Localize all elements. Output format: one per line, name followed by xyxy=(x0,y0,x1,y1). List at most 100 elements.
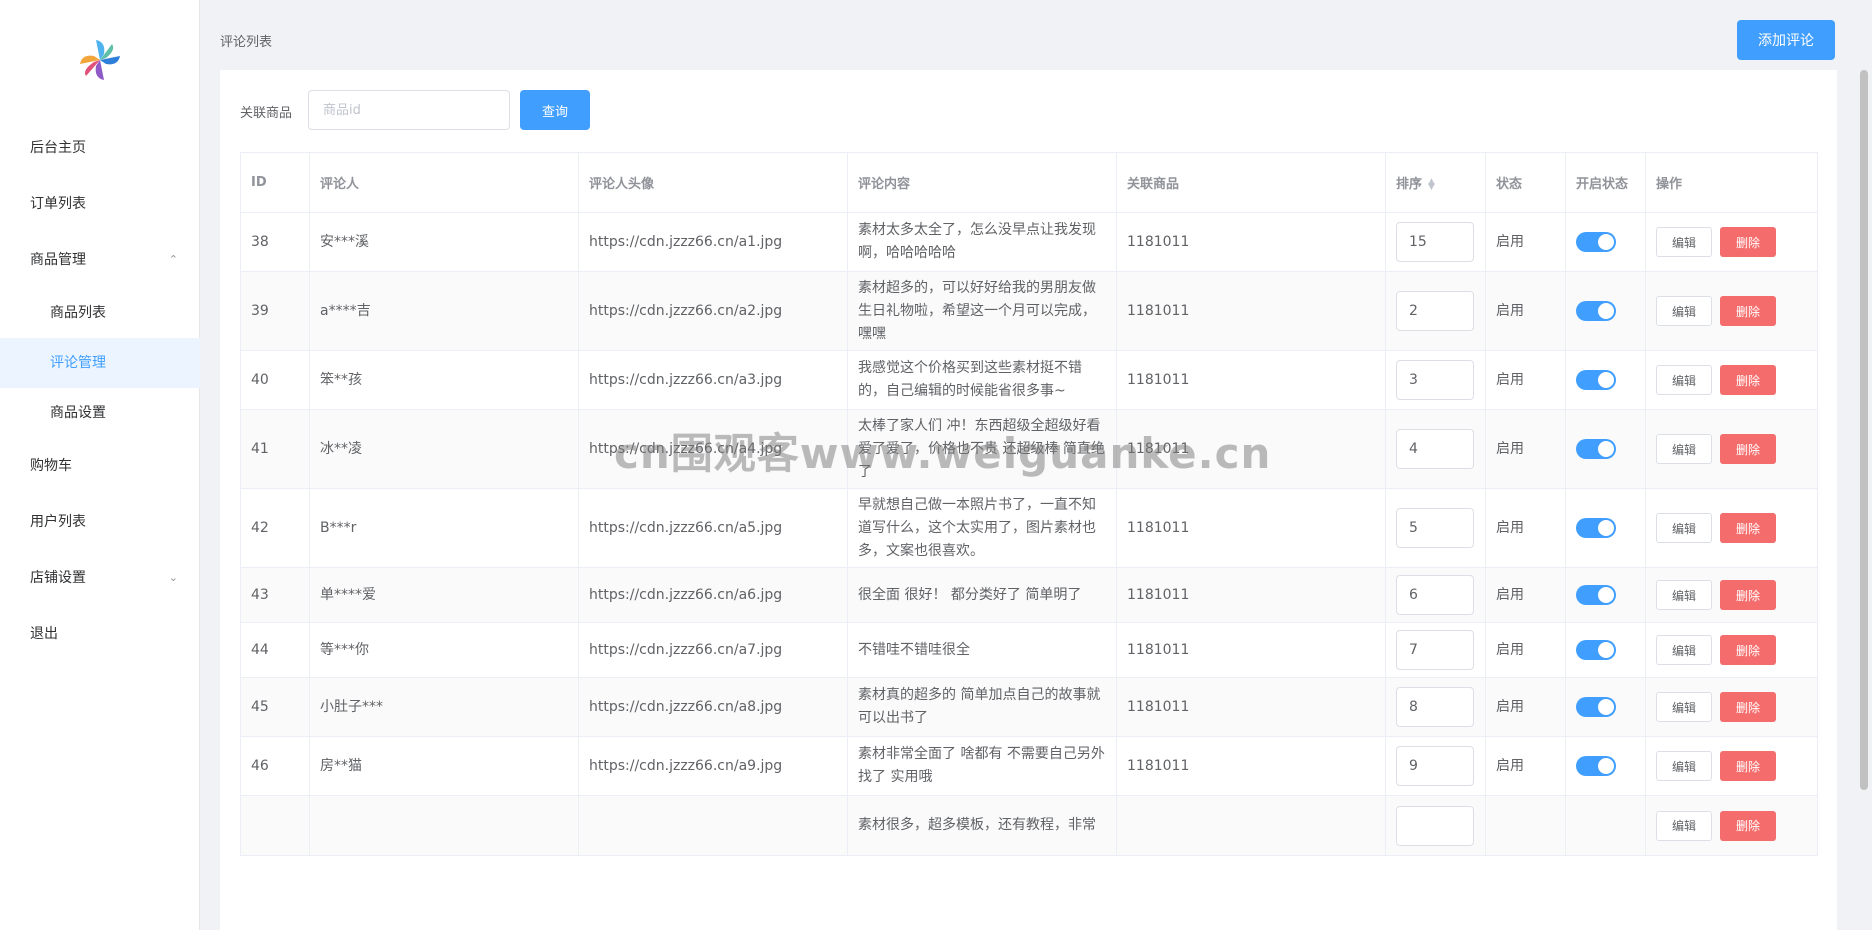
cell-avatar-url: https://cdn.jzzz66.cn/a1.jpg xyxy=(578,212,848,272)
delete-button[interactable]: 删除 xyxy=(1720,365,1776,395)
cell-avatar-url: https://cdn.jzzz66.cn/a3.jpg xyxy=(578,350,848,410)
edit-button[interactable]: 编辑 xyxy=(1656,692,1712,722)
sidebar-item-label: 用户列表 xyxy=(30,514,86,530)
sort-input[interactable] xyxy=(1396,429,1474,469)
cell-status: 启用 xyxy=(1485,736,1566,796)
cell-actions: 编辑 删除 xyxy=(1645,736,1818,796)
sidebar-item-users[interactable]: 用户列表 xyxy=(0,494,200,550)
sort-input[interactable] xyxy=(1396,291,1474,331)
table-row: 41 冰**凌 https://cdn.jzzz66.cn/a4.jpg 太棒了家人们… xyxy=(240,409,1818,489)
cell-id: 38 xyxy=(240,212,310,272)
cell-content: 早就想自己做一本照片书了，一直不知道写什么，这个太实用了，图片素材也多，文案也很… xyxy=(847,488,1117,568)
sort-caret-icon[interactable]: ▲ ▼ xyxy=(1428,177,1435,191)
delete-button[interactable]: 删除 xyxy=(1720,227,1776,257)
cell-enable xyxy=(1565,409,1646,489)
sidebar-item-cart[interactable]: 购物车 xyxy=(0,438,200,494)
cell-actions: 编辑 删除 xyxy=(1645,271,1818,351)
cell-enable xyxy=(1565,622,1646,678)
column-header-sort[interactable]: 排序 ▲ ▼ xyxy=(1385,152,1486,213)
edit-button[interactable]: 编辑 xyxy=(1656,580,1712,610)
sort-input[interactable] xyxy=(1396,222,1474,262)
sidebar-subitem-comment-management[interactable]: 评论管理 xyxy=(0,338,200,388)
cell-product: 1181011 xyxy=(1116,271,1386,351)
chevron-down-icon: ⌄ xyxy=(168,571,178,584)
delete-button[interactable]: 删除 xyxy=(1720,692,1776,722)
sort-input[interactable] xyxy=(1396,687,1474,727)
sidebar-item-store-settings[interactable]: 店铺设置 ⌄ xyxy=(0,550,200,606)
sidebar-item-logout[interactable]: 退出 xyxy=(0,606,200,662)
cell-sort xyxy=(1385,350,1486,410)
delete-button[interactable]: 删除 xyxy=(1720,513,1776,543)
sidebar-item-home[interactable]: 后台主页 xyxy=(0,120,200,176)
add-comment-button[interactable]: 添加评论 xyxy=(1737,20,1835,60)
sidebar-item-label: 订单列表 xyxy=(30,196,86,212)
sort-input[interactable] xyxy=(1396,805,1474,846)
edit-button[interactable]: 编辑 xyxy=(1656,227,1712,257)
edit-button[interactable]: 编辑 xyxy=(1656,635,1712,665)
query-button[interactable]: 查询 xyxy=(520,90,590,130)
product-id-input[interactable] xyxy=(308,90,510,130)
edit-button[interactable]: 编辑 xyxy=(1656,434,1712,464)
cell-avatar-url: https://cdn.jzzz66.cn/a4.jpg xyxy=(578,409,848,489)
column-header-content: 评论内容 xyxy=(847,152,1117,213)
sort-input[interactable] xyxy=(1396,630,1474,670)
edit-button[interactable]: 编辑 xyxy=(1656,513,1712,543)
sidebar-item-label: 商品设置 xyxy=(50,405,106,421)
sidebar-subitem-product-list[interactable]: 商品列表 xyxy=(0,288,200,338)
enable-toggle[interactable] xyxy=(1576,369,1616,390)
enable-toggle[interactable] xyxy=(1576,639,1616,660)
cell-status: 启用 xyxy=(1485,488,1566,568)
sidebar-subitem-product-settings[interactable]: 商品设置 xyxy=(0,388,200,438)
column-header-avatar: 评论人头像 xyxy=(578,152,848,213)
cell-sort xyxy=(1385,736,1486,796)
enable-toggle[interactable] xyxy=(1576,755,1616,776)
cell-sort xyxy=(1385,677,1486,737)
edit-button[interactable]: 编辑 xyxy=(1656,810,1712,841)
edit-button[interactable]: 编辑 xyxy=(1656,365,1712,395)
cell-actions: 编辑 删除 xyxy=(1645,567,1818,623)
cell-content: 很全面 很好！ 都分类好了 简单明了 xyxy=(847,567,1117,623)
column-header-status: 状态 xyxy=(1485,152,1566,213)
edit-button[interactable]: 编辑 xyxy=(1656,751,1712,781)
edit-button[interactable]: 编辑 xyxy=(1656,296,1712,326)
delete-button[interactable]: 删除 xyxy=(1720,810,1776,841)
content-card: 关联商品 查询 ID 评论人 评论人头像 评论内容 关联商品 排序 ▲▼ 状态 开… xyxy=(220,70,1837,930)
cell-enable xyxy=(1565,567,1646,623)
sort-input[interactable] xyxy=(1396,360,1474,400)
delete-button[interactable]: 删除 xyxy=(1720,635,1776,665)
filter-label: 关联商品 xyxy=(240,106,293,121)
scrollbar[interactable] xyxy=(1860,0,1868,930)
cell-content: 素材非常全面了 啥都有 不需要自己另外找了 实用哦 xyxy=(847,736,1117,796)
cell-name: a****吉 xyxy=(309,271,579,351)
enable-toggle[interactable] xyxy=(1576,696,1616,717)
sort-input[interactable] xyxy=(1396,575,1474,615)
enable-toggle[interactable] xyxy=(1576,300,1616,321)
delete-button[interactable]: 删除 xyxy=(1720,296,1776,326)
cell-id: 41 xyxy=(240,409,310,489)
table-row: 43 单****爱 https://cdn.jzzz66.cn/a6.jpg 很全面 … xyxy=(240,567,1818,623)
table-row: 42 B***r https://cdn.jzzz66.cn/a5.jpg 早就想自己… xyxy=(240,488,1818,568)
cell-name: 冰**凌 xyxy=(309,409,579,489)
sort-input[interactable] xyxy=(1396,508,1474,548)
delete-button[interactable]: 删除 xyxy=(1720,434,1776,464)
delete-button[interactable]: 删除 xyxy=(1720,580,1776,610)
sidebar-item-orders[interactable]: 订单列表 xyxy=(0,176,200,232)
cell-content: 不错哇不错哇很全 xyxy=(847,622,1117,678)
cell-product: 1181011 xyxy=(1116,350,1386,410)
cell-status: 启用 xyxy=(1485,271,1566,351)
sidebar-item-label: 店铺设置 xyxy=(30,570,86,586)
enable-toggle[interactable] xyxy=(1576,517,1616,538)
delete-button[interactable]: 删除 xyxy=(1720,751,1776,781)
sort-input[interactable] xyxy=(1396,746,1474,786)
sidebar-item-product-management[interactable]: 商品管理 ⌃ xyxy=(0,232,200,288)
cell-sort xyxy=(1385,622,1486,678)
cell-id: 45 xyxy=(240,677,310,737)
sidebar-item-label: 商品管理 xyxy=(30,252,86,268)
scrollbar-thumb[interactable] xyxy=(1860,70,1868,790)
enable-toggle[interactable] xyxy=(1576,231,1616,252)
column-header-enable: 开启状态 xyxy=(1565,152,1646,213)
cell-name: 安***溪 xyxy=(309,212,579,272)
cell-sort xyxy=(1385,488,1486,568)
enable-toggle[interactable] xyxy=(1576,438,1616,459)
enable-toggle[interactable] xyxy=(1576,584,1616,605)
